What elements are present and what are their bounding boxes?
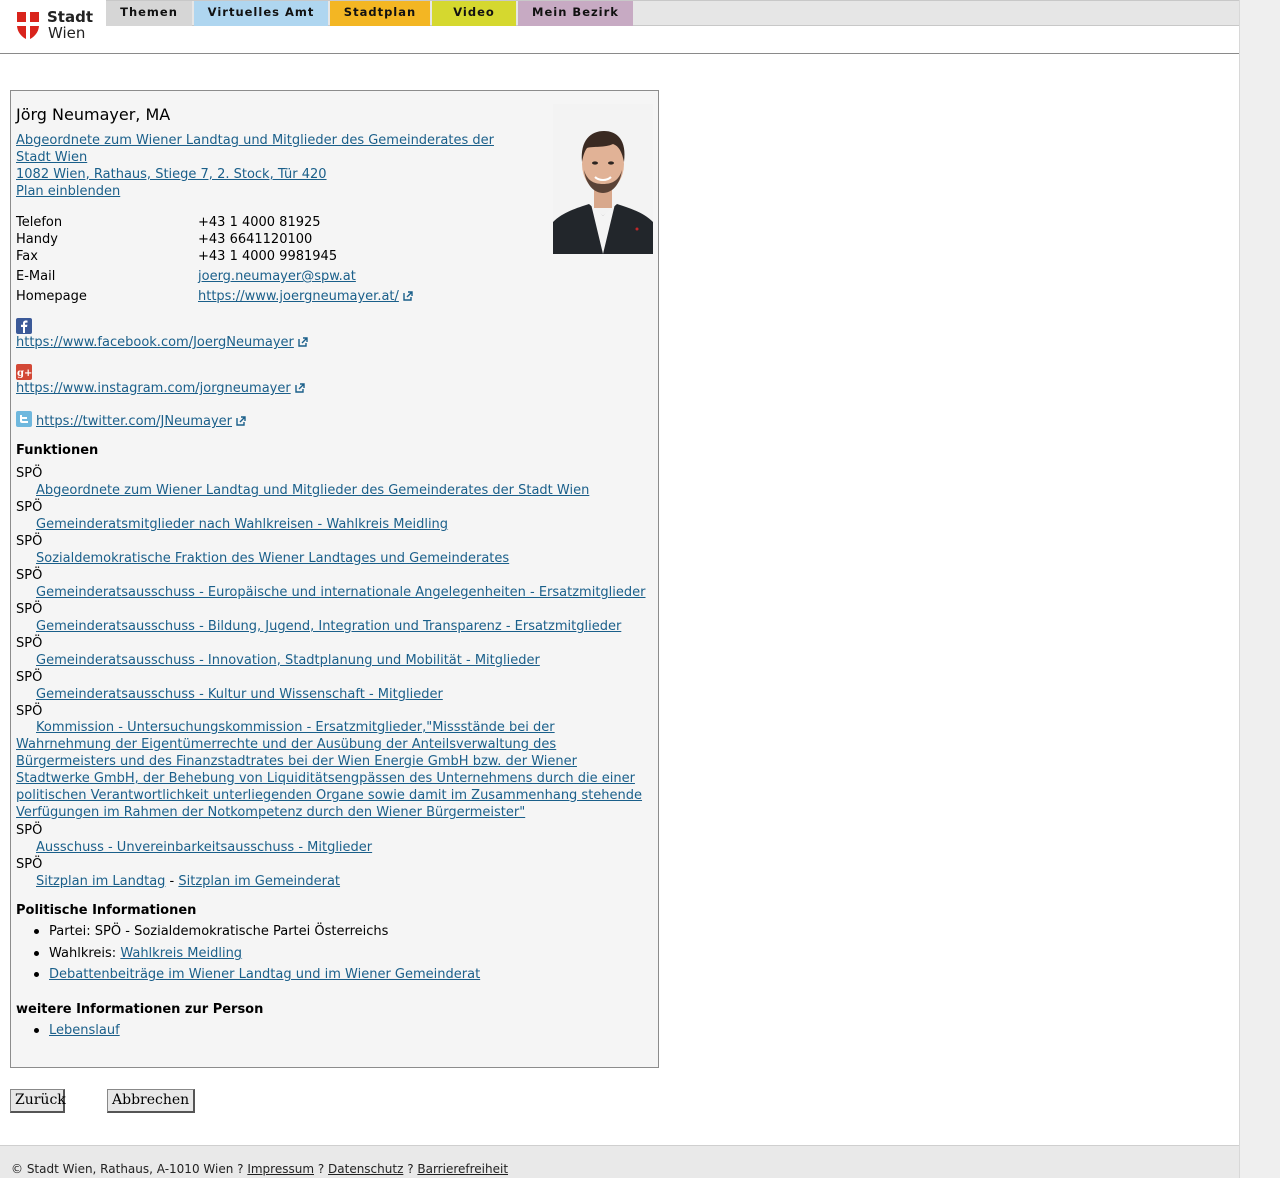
bullet — [34, 1028, 39, 1033]
logo-text: Stadt Wien — [47, 9, 93, 41]
svg-text:g+: g+ — [17, 368, 32, 379]
function-party: SPÖ — [16, 636, 43, 651]
portrait-image — [553, 104, 653, 254]
facebook-row: https://www.facebook.com/JoergNeumayer — [16, 335, 308, 350]
function-party: SPÖ — [16, 568, 43, 583]
bullet — [34, 929, 39, 934]
ausschuss-link[interactable]: Ausschuss - Unvereinbarkeitsausschuss - … — [36, 840, 372, 855]
partei-info: Partei: SPÖ - Sozialdemokratische Partei… — [49, 924, 389, 939]
copyright: © Stadt Wien, Rathaus, A-1010 Wien ? — [11, 1162, 248, 1176]
footer-text: © Stadt Wien, Rathaus, A-1010 Wien ? Imp… — [11, 1162, 508, 1176]
address-link[interactable]: 1082 Wien, Rathaus, Stiege 7, 2. Stock, … — [16, 167, 327, 182]
person-photo — [553, 104, 653, 254]
wahlkreis-link[interactable]: Wahlkreis Meidling — [120, 946, 242, 961]
function-link[interactable]: Gemeinderatsmitglieder nach Wahlkreisen … — [36, 517, 448, 532]
plan-link[interactable]: Plan einblenden — [16, 184, 120, 199]
commission-block: Kommission - Untersuchungskommission - E… — [16, 719, 652, 821]
phone-value: +43 1 4000 81925 — [198, 215, 321, 230]
instagram-link[interactable]: https://www.instagram.com/jorgneumayer — [16, 381, 291, 396]
function-link[interactable]: Gemeinderatsausschuss - Kultur und Wisse… — [36, 687, 443, 702]
back-button[interactable]: Zurück — [10, 1089, 66, 1113]
homepage-link[interactable]: https://www.joergneumayer.at/ — [198, 289, 399, 304]
impressum-link[interactable]: Impressum — [247, 1162, 314, 1176]
twitter-icon — [16, 411, 32, 427]
function-link[interactable]: Abgeordnete zum Wiener Landtag und Mitgl… — [36, 483, 589, 498]
sitzplan-landtag-link[interactable]: Sitzplan im Landtag — [36, 874, 165, 889]
external-link-icon — [236, 416, 246, 426]
logo-line-1: Stadt — [47, 8, 94, 26]
function-party: SPÖ — [16, 704, 43, 719]
external-link-icon — [298, 337, 308, 347]
lebenslauf-link[interactable]: Lebenslauf — [49, 1023, 120, 1038]
cancel-button[interactable]: Abbrechen — [107, 1089, 195, 1113]
sitzplan-row: Sitzplan im Landtag - Sitzplan im Gemein… — [36, 874, 340, 889]
wahlkreis-label: Wahlkreis: — [49, 946, 121, 961]
twitter-row: https://twitter.com/JNeumayer — [36, 414, 246, 429]
address-block: Abgeordnete zum Wiener Landtag und Mitgl… — [16, 132, 516, 200]
person-card: Jörg Neumayer, MA Abgeordnete zum Wiener… — [10, 90, 659, 1068]
instagram-row: https://www.instagram.com/jorgneumayer — [16, 381, 305, 396]
footer-separator: ? — [403, 1162, 418, 1176]
function-party: SPÖ — [16, 466, 43, 481]
barrierefreiheit-link[interactable]: Barrierefreiheit — [417, 1162, 508, 1176]
vienna-shield-icon — [17, 12, 39, 40]
datenschutz-link[interactable]: Datenschutz — [328, 1162, 403, 1176]
function-link[interactable]: Gemeinderatsausschuss - Innovation, Stad… — [36, 653, 540, 668]
homepage-row: https://www.joergneumayer.at/ — [198, 289, 413, 304]
fax-label: Fax — [16, 249, 38, 264]
function-party: SPÖ — [16, 857, 43, 872]
twitter-link[interactable]: https://twitter.com/JNeumayer — [36, 414, 232, 429]
tab-stadtplan[interactable]: Stadtplan — [330, 1, 430, 26]
separator: - — [165, 874, 179, 889]
function-link[interactable]: Gemeinderatsausschuss - Bildung, Jugend,… — [36, 619, 621, 634]
function-party: SPÖ — [16, 823, 43, 838]
tab-themen[interactable]: Themen — [106, 1, 192, 26]
commission-link[interactable]: Kommission - Untersuchungskommission - E… — [16, 720, 642, 820]
function-link[interactable]: Sozialdemokratische Fraktion des Wiener … — [36, 551, 509, 566]
site-footer: © Stadt Wien, Rathaus, A-1010 Wien ? Imp… — [0, 1145, 1239, 1178]
stadt-wien-logo[interactable]: Stadt Wien — [16, 9, 100, 43]
email-label: E-Mail — [16, 269, 56, 284]
site-header: Stadt Wien Themen Virtuelles Amt Stadtpl… — [0, 0, 1239, 54]
tab-mein-bezirk[interactable]: Mein Bezirk — [518, 1, 633, 26]
external-link-icon — [403, 291, 413, 301]
mobile-label: Handy — [16, 232, 58, 247]
phone-label: Telefon — [16, 215, 63, 230]
facebook-icon — [16, 318, 32, 334]
function-party: SPÖ — [16, 500, 43, 515]
bullet — [34, 972, 39, 977]
wahlkreis-row: Wahlkreis: Wahlkreis Meidling — [49, 946, 242, 961]
email-link[interactable]: joerg.neumayer@spw.at — [198, 269, 356, 284]
politische-heading: Politische Informationen — [16, 903, 197, 918]
function-party: SPÖ — [16, 534, 43, 549]
function-party: SPÖ — [16, 602, 43, 617]
person-name: Jörg Neumayer, MA — [16, 105, 171, 124]
main-navigation: Themen Virtuelles Amt Stadtplan Video Me… — [106, 0, 1239, 26]
function-party: SPÖ — [16, 670, 43, 685]
mobile-value: +43 6641120100 — [198, 232, 313, 247]
logo-line-2: Wien — [48, 24, 86, 42]
vertical-scrollbar[interactable] — [1239, 0, 1280, 1178]
weitere-heading: weitere Informationen zur Person — [16, 1002, 264, 1017]
funktionen-heading: Funktionen — [16, 443, 99, 458]
bullet — [34, 951, 39, 956]
footer-separator: ? — [314, 1162, 329, 1176]
role-link[interactable]: Abgeordnete zum Wiener Landtag und Mitgl… — [16, 133, 494, 165]
facebook-link[interactable]: https://www.facebook.com/JoergNeumayer — [16, 335, 294, 350]
debatten-link[interactable]: Debattenbeiträge im Wiener Landtag und i… — [49, 967, 480, 982]
tab-virtuelles-amt[interactable]: Virtuelles Amt — [194, 1, 328, 26]
google-plus-icon: g+ — [16, 364, 32, 380]
fax-value: +43 1 4000 9981945 — [198, 249, 338, 264]
external-link-icon — [295, 383, 305, 393]
tab-video[interactable]: Video — [432, 1, 516, 26]
homepage-label: Homepage — [16, 289, 87, 304]
function-link[interactable]: Gemeinderatsausschuss - Europäische und … — [36, 585, 646, 600]
sitzplan-gemeinderat-link[interactable]: Sitzplan im Gemeinderat — [178, 874, 340, 889]
